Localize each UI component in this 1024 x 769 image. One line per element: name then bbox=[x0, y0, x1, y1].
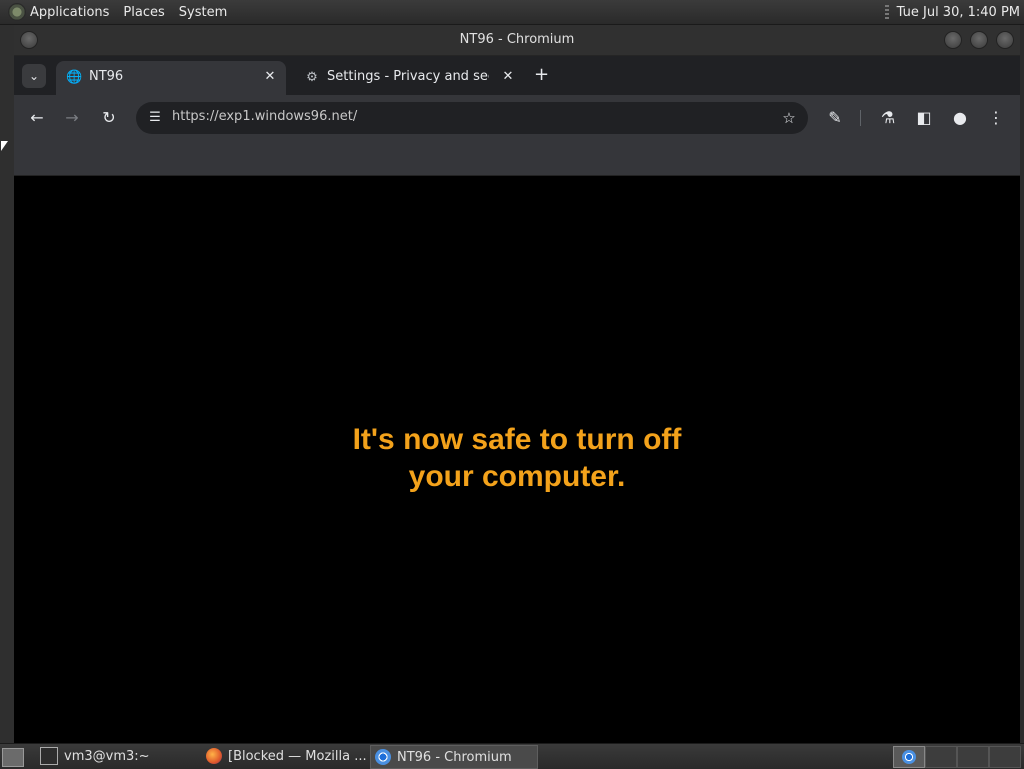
reload-icon[interactable]: ↻ bbox=[98, 107, 120, 129]
page-content[interactable]: It's now safe to turn off your computer. bbox=[14, 176, 1020, 743]
close-tab-icon[interactable]: ✕ bbox=[262, 69, 278, 85]
back-arrow-icon[interactable]: ← bbox=[26, 107, 48, 129]
tab-label: Settings - Privacy and securi bbox=[327, 69, 489, 84]
side-panel-icon[interactable]: ◧ bbox=[913, 107, 935, 129]
url-text[interactable]: https://exp1.windows96.net/ bbox=[172, 109, 357, 124]
maximize-button[interactable] bbox=[970, 31, 988, 49]
bookmarks-bar bbox=[14, 141, 1020, 176]
bookmark-star-icon[interactable]: ☆ bbox=[778, 107, 800, 129]
browser-window: NT96 - Chromium ⌄ 🌐 NT96 ✕ ⚙ Settings - … bbox=[14, 25, 1020, 743]
distro-logo-icon[interactable] bbox=[8, 3, 26, 21]
shutdown-message: It's now safe to turn off your computer. bbox=[14, 421, 1020, 495]
extensions-puzzle-icon[interactable]: ✎ bbox=[824, 107, 846, 129]
task-label: [Blocked — Mozilla ... bbox=[228, 748, 366, 764]
top-panel: Applications Places System Tue Jul 30, 1… bbox=[0, 0, 1024, 25]
task-label: NT96 - Chromium bbox=[397, 749, 512, 765]
bottom-taskbar: vm3@vm3:~ [Blocked — Mozilla ... NT96 - … bbox=[0, 743, 1024, 769]
shutdown-message-line-2: your computer. bbox=[408, 460, 626, 493]
window-title: NT96 - Chromium bbox=[459, 32, 575, 47]
task-chromium[interactable]: NT96 - Chromium bbox=[370, 745, 538, 769]
applications-menu[interactable]: Applications bbox=[30, 5, 109, 20]
tab-strip: ⌄ 🌐 NT96 ✕ ⚙ Settings - Privacy and secu… bbox=[14, 56, 1020, 95]
task-label: vm3@vm3:~ bbox=[64, 748, 150, 764]
shutdown-message-line-1: It's now safe to turn off bbox=[352, 423, 682, 456]
chromium-icon bbox=[375, 749, 391, 765]
chromium-icon bbox=[902, 750, 916, 764]
workspace-2-button[interactable] bbox=[925, 746, 957, 768]
tab-label: NT96 bbox=[89, 69, 124, 84]
address-bar[interactable]: ☰ https://exp1.windows96.net/ ☆ bbox=[136, 102, 808, 134]
gear-icon: ⚙ bbox=[306, 70, 318, 85]
browser-toolbar: ← → ↻ ☰ https://exp1.windows96.net/ ☆ ✎ … bbox=[14, 95, 1020, 141]
close-window-button[interactable] bbox=[996, 31, 1014, 49]
system-menu[interactable]: System bbox=[179, 5, 227, 20]
tab-nt96[interactable]: 🌐 NT96 ✕ bbox=[56, 61, 286, 95]
desktop-area bbox=[0, 25, 14, 743]
show-desktop-button[interactable] bbox=[2, 748, 24, 767]
profile-avatar-icon[interactable]: ● bbox=[949, 107, 971, 129]
task-firefox[interactable]: [Blocked — Mozilla ... bbox=[202, 745, 366, 767]
task-terminal[interactable]: vm3@vm3:~ bbox=[36, 745, 196, 767]
workspace-3-button[interactable] bbox=[957, 746, 989, 768]
labs-flask-icon[interactable]: ⚗ bbox=[877, 107, 899, 129]
site-info-icon[interactable]: ☰ bbox=[144, 107, 166, 129]
firefox-icon bbox=[206, 748, 222, 764]
minimize-button[interactable] bbox=[944, 31, 962, 49]
chevron-down-icon: ⌄ bbox=[28, 69, 40, 83]
tab-settings[interactable]: ⚙ Settings - Privacy and securi ✕ bbox=[294, 61, 524, 95]
workspace-4-button[interactable] bbox=[989, 746, 1021, 768]
clock[interactable]: Tue Jul 30, 1:40 PM bbox=[897, 5, 1020, 20]
terminal-icon bbox=[40, 747, 58, 765]
new-tab-plus-icon[interactable]: + bbox=[534, 66, 549, 84]
more-menu-icon[interactable]: ⋮ bbox=[985, 107, 1007, 129]
tab-search-button[interactable]: ⌄ bbox=[22, 64, 46, 88]
window-titlebar[interactable]: NT96 - Chromium bbox=[14, 25, 1020, 56]
places-menu[interactable]: Places bbox=[123, 5, 164, 20]
panel-handle bbox=[884, 5, 889, 19]
close-tab-icon[interactable]: ✕ bbox=[500, 69, 516, 85]
mouse-cursor-icon bbox=[1, 141, 8, 151]
toolbar-divider bbox=[860, 110, 861, 126]
forward-arrow-icon[interactable]: → bbox=[61, 107, 83, 129]
workspace-1-button[interactable] bbox=[893, 746, 925, 768]
globe-icon: 🌐 bbox=[66, 70, 83, 85]
